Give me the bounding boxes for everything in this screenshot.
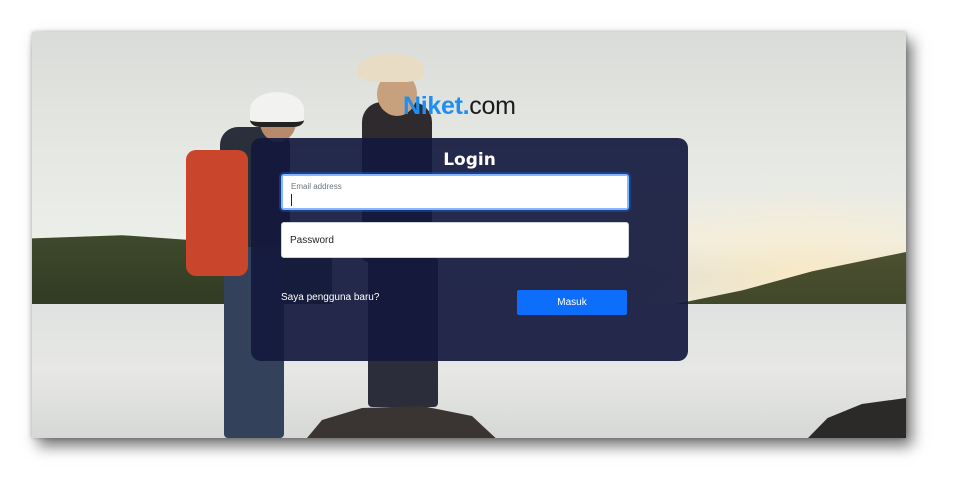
password-input[interactable] (282, 223, 628, 257)
app-screen: Niket.com Login Email address Saya pengg… (32, 32, 906, 438)
password-field[interactable] (281, 222, 629, 258)
login-title: Login (443, 150, 496, 170)
brand-tld: com (469, 92, 516, 120)
email-field[interactable]: Email address (281, 174, 629, 210)
login-button[interactable]: Masuk (517, 290, 627, 315)
hiker-right-hat (358, 54, 424, 82)
brand-logo: Niket.com (403, 92, 516, 121)
new-user-link[interactable]: Saya pengguna baru? (281, 292, 379, 303)
hiker-left-backpack (186, 150, 248, 276)
login-panel: Login Email address Saya pengguna baru? … (251, 138, 688, 361)
hiker-left-hat (250, 92, 304, 127)
email-input[interactable] (283, 176, 627, 208)
brand-name: Niket (403, 92, 463, 120)
